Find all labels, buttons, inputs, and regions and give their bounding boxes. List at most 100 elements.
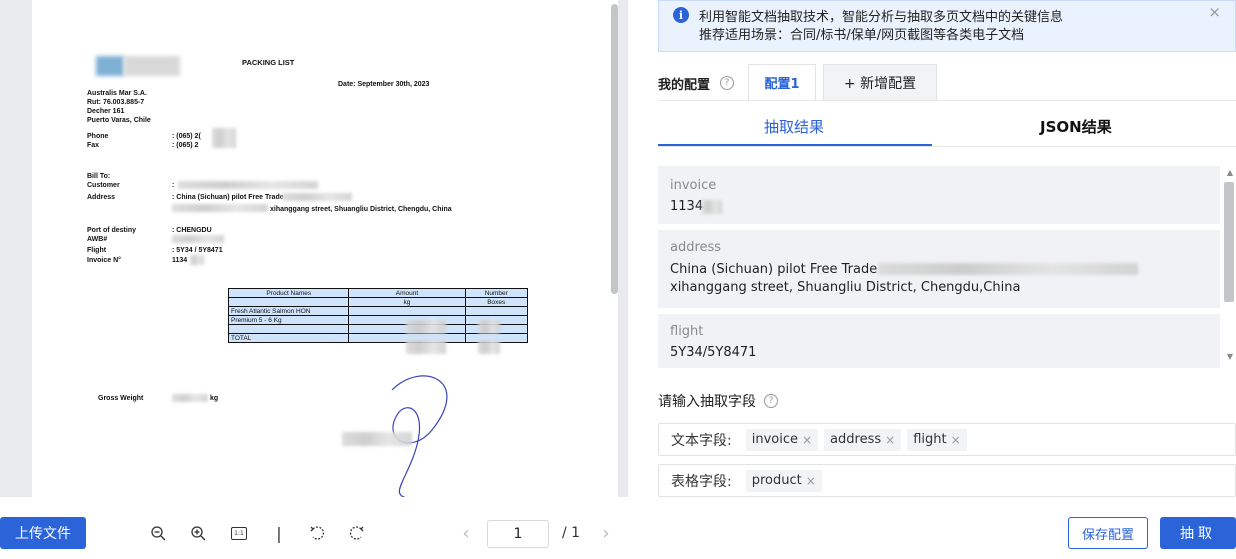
- results-scrollbar[interactable]: ▲ ▼: [1222, 160, 1236, 368]
- table-header: Product Names: [227, 288, 350, 298]
- bill-to: Bill To:: [87, 173, 111, 180]
- table-header: Number: [464, 288, 528, 298]
- help-icon[interactable]: ?: [720, 76, 734, 90]
- gross-weight-unit: kg: [210, 395, 219, 402]
- remove-tag-icon[interactable]: ×: [885, 433, 895, 447]
- table-subheader: kg: [348, 297, 466, 307]
- actual-size-icon[interactable]: 1:1: [228, 522, 250, 544]
- tag-text: address: [830, 432, 882, 447]
- save-config-button[interactable]: 保存配置: [1068, 517, 1148, 549]
- doc-title: PACKING LIST: [242, 58, 295, 67]
- document-canvas[interactable]: PACKING LIST Date: September 30th, 2023 …: [0, 0, 628, 497]
- prev-page-icon[interactable]: ‹: [458, 522, 474, 544]
- gross-weight-label: Gross Weight: [98, 395, 144, 402]
- toolbar-separator: |: [276, 523, 282, 543]
- page-total: / 1: [562, 525, 581, 541]
- scroll-up-icon[interactable]: ▲: [1227, 168, 1233, 177]
- invoice-value: 1134: [172, 257, 188, 264]
- result-card-flight: flight 5Y34/5Y8471: [658, 314, 1220, 368]
- flight-label: Flight: [87, 247, 107, 254]
- address-value: : China (Sichuan) pilot Free Trade: [172, 194, 284, 201]
- phone-label: Phone: [87, 133, 109, 140]
- active-tab-indicator: [658, 144, 932, 146]
- result-value[interactable]: xihanggang street, Shuangliu District, C…: [670, 280, 1020, 295]
- remove-tag-icon[interactable]: ×: [806, 474, 816, 488]
- tab-config-1[interactable]: 配置1: [748, 64, 816, 100]
- page-number-input[interactable]: [487, 520, 549, 548]
- close-icon[interactable]: ×: [1208, 3, 1221, 21]
- result-key: address: [670, 240, 722, 255]
- company-logo: [96, 56, 188, 76]
- result-card-address: address China (Sichuan) pilot Free Trade…: [658, 230, 1220, 308]
- my-config-label: 我的配置: [658, 78, 711, 93]
- table-subheader: Boxes: [464, 297, 528, 307]
- table-fields-input[interactable]: 表格字段: product ×: [658, 464, 1236, 497]
- table-cell: Premium 5 - 6 Kg: [227, 315, 350, 325]
- port-value: : CHENGDU: [172, 227, 212, 234]
- document-scrollbar[interactable]: [611, 4, 618, 294]
- scroll-thumb[interactable]: [1224, 182, 1234, 302]
- doc-date: Date: September 30th, 2023: [338, 81, 430, 88]
- awb-label: AWB#: [87, 236, 108, 243]
- result-value[interactable]: 1134: [670, 199, 703, 214]
- product-table: Product Names Amount Number kg Boxes Fre…: [227, 288, 528, 343]
- app-root: PACKING LIST Date: September 30th, 2023 …: [0, 0, 1236, 559]
- upload-file-button[interactable]: 上传文件: [0, 517, 86, 549]
- extraction-panel: i 利用智能文档抽取技术，智能分析与抽取多页文档中的关键信息 推荐适用场景：合同…: [640, 0, 1236, 559]
- company-line: Australis Mar S.A.: [87, 90, 147, 97]
- extract-button[interactable]: 抽取: [1160, 517, 1236, 549]
- flight-value: : 5Y34 / 5Y8471: [172, 247, 223, 254]
- company-line: Decher 161: [87, 108, 125, 115]
- text-fields-label: 文本字段:: [671, 432, 732, 449]
- table-cell: Fresh Atlantic Salmon HON: [227, 306, 350, 316]
- field-tag: flight ×: [907, 428, 967, 451]
- table-cell: [348, 306, 466, 316]
- next-page-icon[interactable]: ›: [598, 522, 614, 544]
- alert-line2: 推荐适用场景：合同/标书/保单/网页截图等各类电子文档: [699, 28, 1025, 43]
- remove-tag-icon[interactable]: ×: [951, 433, 961, 447]
- rotate-left-icon[interactable]: [306, 522, 328, 544]
- zoom-in-icon[interactable]: [187, 522, 209, 544]
- customer-label: Customer: [87, 182, 120, 189]
- company-line: Puerto Varas, Chile: [87, 117, 151, 124]
- tag-text: flight: [913, 432, 947, 447]
- tag-text: product: [751, 473, 802, 488]
- field-input-label: 请输入抽取字段: [658, 394, 756, 410]
- tag-text: invoice: [751, 432, 798, 447]
- field-tag: address ×: [824, 428, 902, 451]
- tab-json-result[interactable]: JSON结果: [1040, 116, 1112, 137]
- table-header: Amount: [348, 288, 466, 298]
- rotate-right-icon[interactable]: [346, 522, 368, 544]
- scroll-down-icon[interactable]: ▼: [1227, 352, 1233, 361]
- fax-value: : (065) 2: [172, 142, 199, 149]
- tab-extract-result[interactable]: 抽取结果: [764, 116, 824, 137]
- result-value[interactable]: China (Sichuan) pilot Free Trade: [670, 262, 877, 277]
- table-cell: [464, 306, 528, 316]
- actual-size-label: 1:1: [231, 526, 247, 540]
- result-card-invoice: invoice 1134: [658, 166, 1220, 224]
- help-icon[interactable]: ?: [764, 394, 778, 408]
- result-value[interactable]: 5Y34/5Y8471: [670, 345, 756, 360]
- result-list[interactable]: invoice 1134 address China (Sichuan) pil…: [658, 160, 1236, 368]
- result-key: flight: [670, 324, 704, 339]
- remove-tag-icon[interactable]: ×: [802, 433, 812, 447]
- fax-label: Fax: [87, 142, 100, 149]
- field-tag: invoice ×: [745, 428, 819, 451]
- add-config-tab[interactable]: + 新增配置: [823, 64, 937, 100]
- zoom-out-icon[interactable]: [147, 522, 169, 544]
- document-viewer: PACKING LIST Date: September 30th, 2023 …: [0, 0, 628, 559]
- table-fields-label: 表格字段:: [671, 473, 732, 490]
- phone-value: : (065) 2(: [172, 133, 201, 140]
- invoice-label: Invoice N°: [87, 257, 121, 264]
- table-cell: [227, 324, 350, 334]
- config-divider: [658, 100, 1236, 101]
- tab-baseline: [658, 146, 1236, 147]
- customer-value: :: [172, 182, 175, 189]
- info-alert: i 利用智能文档抽取技术，智能分析与抽取多页文档中的关键信息 推荐适用场景：合同…: [658, 0, 1236, 52]
- address-label: Address: [87, 194, 116, 201]
- table-subheader: [227, 297, 350, 307]
- alert-line1: 利用智能文档抽取技术，智能分析与抽取多页文档中的关键信息: [699, 10, 1064, 25]
- text-fields-input[interactable]: 文本字段: invoice × address × flight ×: [658, 423, 1236, 456]
- table-cell: TOTAL: [227, 333, 350, 343]
- table-row: kg Boxes: [227, 297, 528, 307]
